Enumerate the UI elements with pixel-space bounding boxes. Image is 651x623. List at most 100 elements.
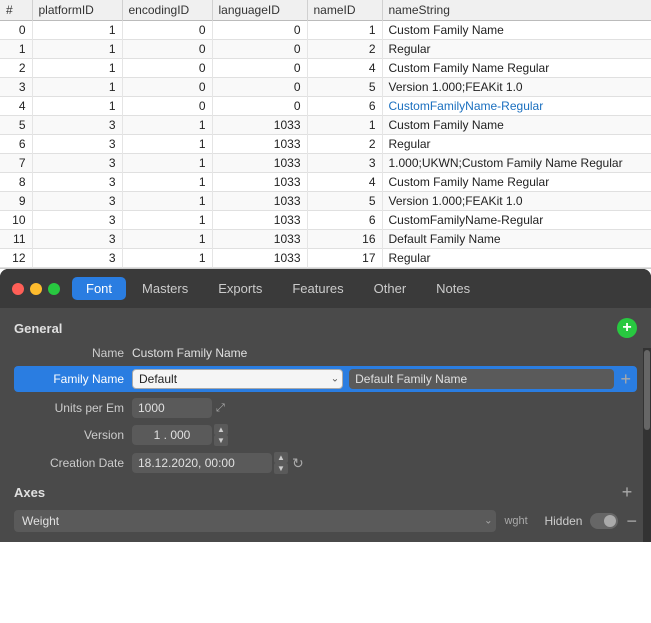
table-cell: 12: [0, 249, 32, 268]
table-cell: 17: [307, 249, 382, 268]
version-down-button[interactable]: ▼: [214, 435, 228, 446]
table-cell: 1033: [212, 249, 307, 268]
add-axes-button[interactable]: +: [617, 482, 637, 502]
name-table-section: # platformID encodingID languageID nameI…: [0, 0, 651, 269]
table-cell: 4: [307, 173, 382, 192]
weight-select[interactable]: Weight: [14, 510, 496, 532]
table-row[interactable]: 731103331.000;UKWN;Custom Family Name Re…: [0, 154, 651, 173]
table-cell: 1: [122, 192, 212, 211]
table-row[interactable]: 01001Custom Family Name: [0, 21, 651, 40]
date-up-button[interactable]: ▲: [274, 452, 288, 463]
date-stepper: ▲ ▼: [274, 452, 288, 474]
table-cell: CustomFamilyName-Regular: [382, 211, 651, 230]
table-cell: 5: [0, 116, 32, 135]
table-cell: 8: [0, 173, 32, 192]
traffic-lights: [12, 283, 60, 295]
table-row[interactable]: 31005Version 1.000;FEAKit 1.0: [0, 78, 651, 97]
tab-notes[interactable]: Notes: [422, 277, 484, 300]
table-cell: 1: [122, 249, 212, 268]
table-cell: 1: [122, 116, 212, 135]
add-general-button[interactable]: +: [617, 318, 637, 338]
weight-tag: wght: [504, 515, 536, 527]
tab-features[interactable]: Features: [278, 277, 357, 300]
table-cell: 2: [0, 59, 32, 78]
tab-font[interactable]: Font: [72, 277, 126, 300]
table-cell: 1: [32, 78, 122, 97]
scroll-thumb: [644, 350, 650, 430]
units-label: Units per Em: [14, 401, 124, 415]
col-header-namestring: nameString: [382, 0, 651, 21]
axes-section: Axes + Weight ⌄ wght Hidden −: [14, 482, 637, 532]
table-cell: 1: [122, 173, 212, 192]
table-cell: 0: [122, 97, 212, 116]
hidden-toggle[interactable]: [590, 513, 618, 529]
table-cell: Regular: [382, 249, 651, 268]
table-row[interactable]: 1231103317Regular: [0, 249, 651, 268]
name-label: Name: [14, 346, 124, 360]
weight-row: Weight ⌄ wght Hidden −: [14, 510, 637, 532]
version-row: Version ▲ ▼: [14, 424, 637, 446]
table-cell: 16: [307, 230, 382, 249]
table-cell: 1: [122, 230, 212, 249]
refresh-icon[interactable]: ↻: [292, 455, 304, 472]
remove-axis-button[interactable]: −: [626, 512, 637, 530]
date-down-button[interactable]: ▼: [274, 463, 288, 474]
table-row[interactable]: 11002Regular: [0, 40, 651, 59]
table-cell: 1033: [212, 116, 307, 135]
units-input[interactable]: [132, 398, 212, 418]
table-row[interactable]: 1131103316Default Family Name: [0, 230, 651, 249]
axes-header: Axes +: [14, 482, 637, 502]
table-cell: 1033: [212, 154, 307, 173]
minimize-button[interactable]: [30, 283, 42, 295]
table-row[interactable]: 21004Custom Family Name Regular: [0, 59, 651, 78]
table-cell: 6: [307, 211, 382, 230]
table-row[interactable]: 83110334Custom Family Name Regular: [0, 173, 651, 192]
table-cell: 3: [32, 135, 122, 154]
table-cell: 4: [307, 59, 382, 78]
close-button[interactable]: [12, 283, 24, 295]
font-panel: Font Masters Exports Features Other Note…: [0, 269, 651, 542]
table-cell: 0: [0, 21, 32, 40]
axes-title: Axes: [14, 485, 45, 500]
table-cell: 1: [32, 59, 122, 78]
tab-exports[interactable]: Exports: [204, 277, 276, 300]
col-header-index: #: [0, 0, 32, 21]
table-cell: 5: [307, 192, 382, 211]
table-cell: 0: [212, 59, 307, 78]
table-cell: 7: [0, 154, 32, 173]
table-row[interactable]: 53110331Custom Family Name: [0, 116, 651, 135]
family-name-row[interactable]: Family Name Default ⌄ +: [14, 366, 637, 392]
table-row[interactable]: 41006CustomFamilyName-Regular: [0, 97, 651, 116]
family-value-input[interactable]: [349, 369, 614, 389]
version-input[interactable]: [132, 425, 212, 445]
table-row[interactable]: 103110336CustomFamilyName-Regular: [0, 211, 651, 230]
table-row[interactable]: 93110335Version 1.000;FEAKit 1.0: [0, 192, 651, 211]
table-cell: 0: [212, 78, 307, 97]
table-cell: Version 1.000;FEAKit 1.0: [382, 192, 651, 211]
table-cell: Default Family Name: [382, 230, 651, 249]
add-family-button[interactable]: +: [620, 370, 631, 388]
expand-icon[interactable]: ⤢: [216, 402, 225, 415]
table-cell: 2: [307, 40, 382, 59]
scroll-track[interactable]: [643, 348, 651, 542]
maximize-button[interactable]: [48, 283, 60, 295]
col-header-encodingid: encodingID: [122, 0, 212, 21]
family-select-wrapper: Default ⌄: [132, 369, 343, 389]
table-cell: 3: [307, 154, 382, 173]
table-cell: 3: [0, 78, 32, 97]
creation-date-input[interactable]: [132, 453, 272, 473]
table-cell: 1: [122, 211, 212, 230]
table-cell: 2: [307, 135, 382, 154]
table-cell: 6: [307, 97, 382, 116]
table-cell: Custom Family Name: [382, 116, 651, 135]
family-select[interactable]: Default: [132, 369, 343, 389]
tab-masters[interactable]: Masters: [128, 277, 202, 300]
version-stepper: ▲ ▼: [214, 424, 228, 446]
version-up-button[interactable]: ▲: [214, 424, 228, 435]
col-header-languageid: languageID: [212, 0, 307, 21]
table-cell: 1: [307, 116, 382, 135]
table-cell: 3: [32, 192, 122, 211]
tab-other[interactable]: Other: [360, 277, 421, 300]
table-cell: 1: [32, 21, 122, 40]
table-row[interactable]: 63110332Regular: [0, 135, 651, 154]
